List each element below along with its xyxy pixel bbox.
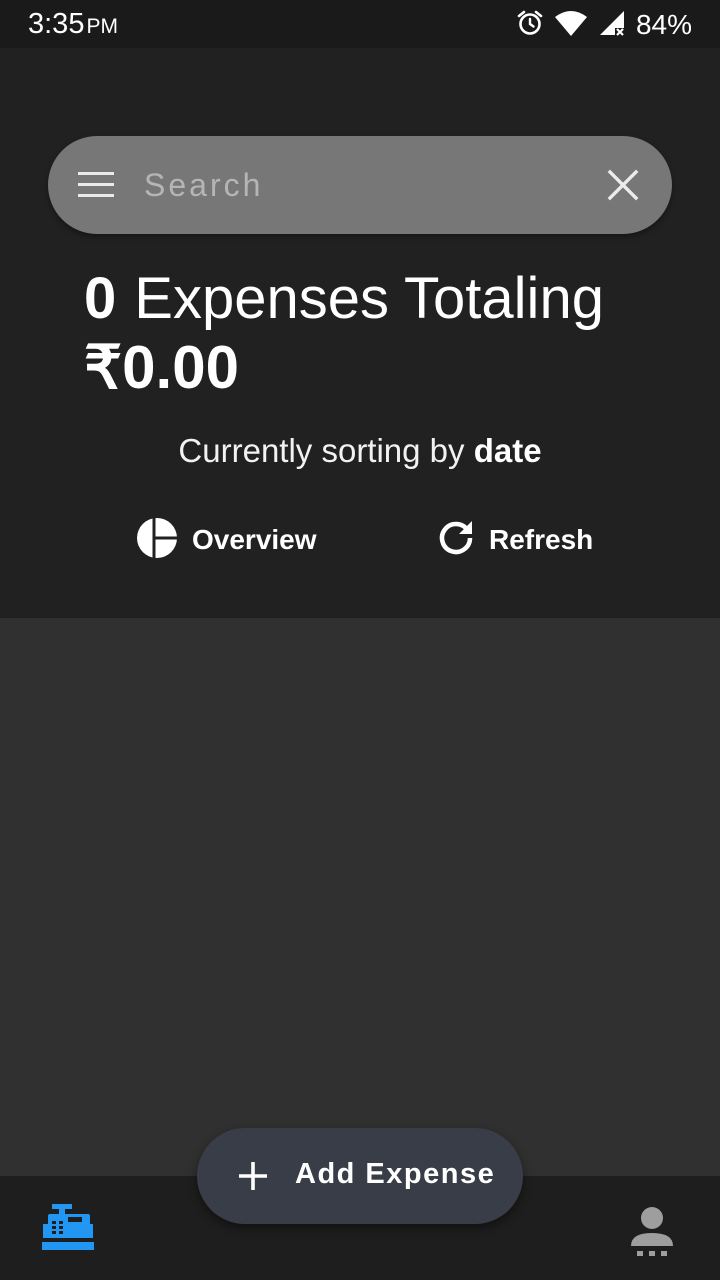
add-expense-label: Add Expense <box>295 1158 496 1190</box>
status-time-ampm: PM <box>86 15 118 38</box>
refresh-label: Refresh <box>489 524 594 555</box>
search-bar <box>48 136 672 234</box>
wifi-icon <box>554 9 588 42</box>
sorting-prefix: Currently sorting by <box>178 432 465 469</box>
alarm-icon <box>516 9 544 42</box>
cash-register-icon <box>38 1204 98 1258</box>
expense-summary-label: Expenses Totaling <box>134 266 604 331</box>
status-time: 3:35PM <box>28 8 118 41</box>
plus-icon <box>237 1160 269 1192</box>
status-icons: 84% <box>516 8 692 42</box>
status-bar: 3:35PM 84% <box>0 0 720 48</box>
add-expense-button[interactable]: Add Expense <box>197 1128 523 1224</box>
search-input[interactable] <box>144 160 574 210</box>
pie-chart-icon <box>136 516 178 564</box>
status-time-value: 3:35 <box>28 8 85 40</box>
refresh-icon <box>437 519 475 562</box>
battery-percent: 84% <box>635 9 692 40</box>
nav-expenses-tab[interactable] <box>38 1202 98 1254</box>
summary-line: 0 Expenses Totaling <box>84 266 684 332</box>
nav-profile-tab[interactable] <box>626 1204 678 1260</box>
overview-label: Overview <box>192 524 317 555</box>
expense-list <box>0 618 720 1176</box>
expense-count: 0 <box>84 266 117 331</box>
menu-icon[interactable] <box>78 172 114 198</box>
signal-icon <box>598 9 626 42</box>
sorting-status: Currently sorting by date <box>0 432 720 470</box>
account-icon <box>626 1207 678 1264</box>
overview-button[interactable]: Overview <box>136 516 317 564</box>
refresh-button[interactable]: Refresh <box>437 518 593 562</box>
expense-summary: 0 Expenses Totaling ₹0.00 <box>84 266 684 404</box>
close-icon[interactable] <box>604 166 642 204</box>
expense-total: ₹0.00 <box>84 334 239 401</box>
sorting-field: date <box>473 432 542 469</box>
header-panel: 0 Expenses Totaling ₹0.00 Currently sorti… <box>0 48 720 618</box>
